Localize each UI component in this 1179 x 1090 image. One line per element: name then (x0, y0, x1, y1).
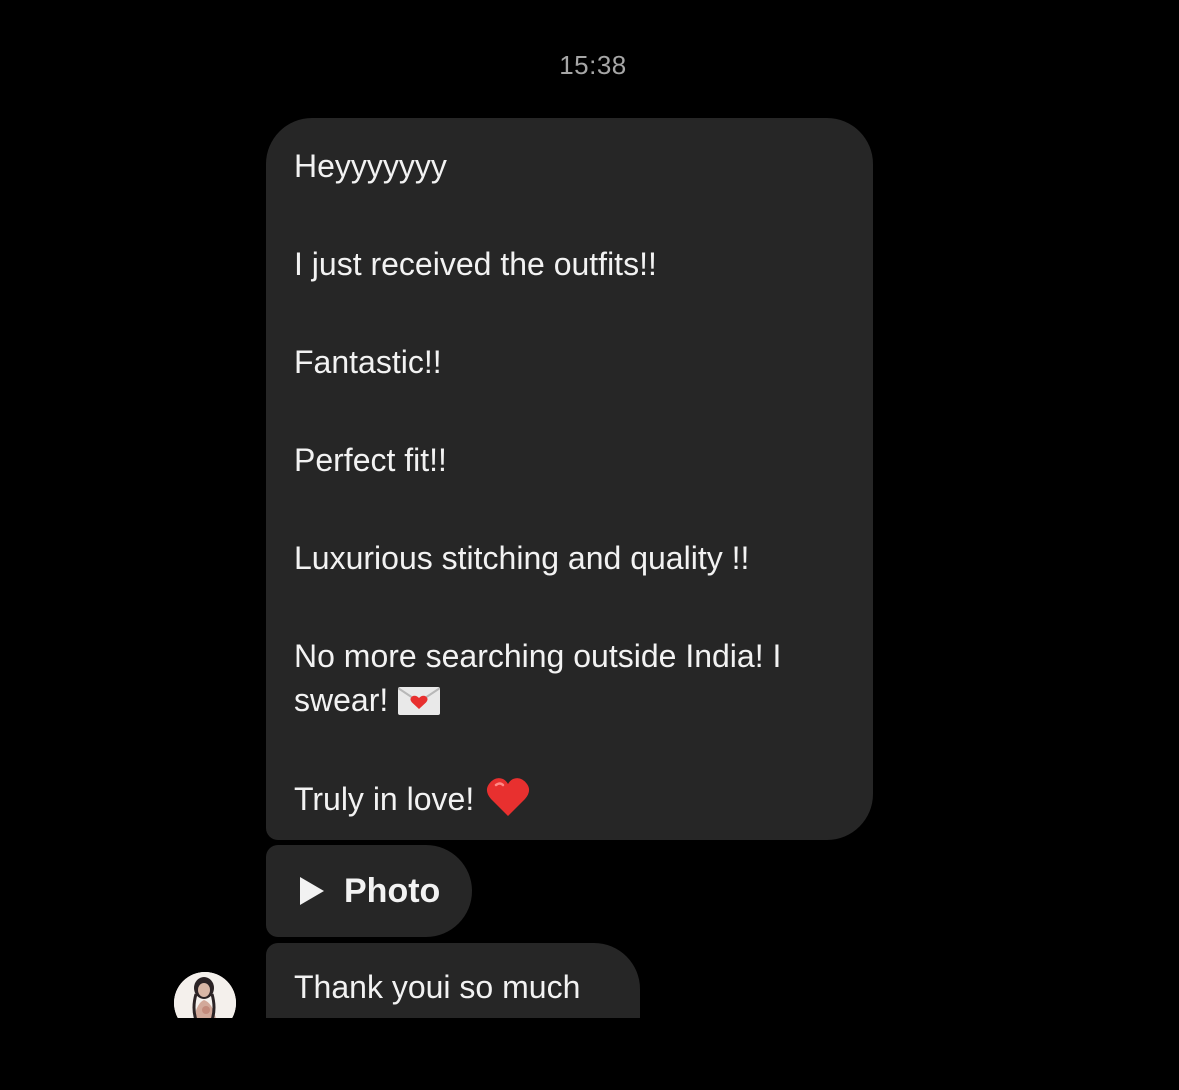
message-line: Luxurious stitching and quality !! (294, 540, 750, 576)
message-line: No more searching outside India! I (294, 638, 782, 674)
photo-label: Photo (344, 871, 441, 910)
avatar[interactable] (174, 972, 236, 1018)
message-line: Fantastic!! (294, 344, 442, 380)
message-line: I just received the outfits!! (294, 246, 657, 282)
photo-message-button[interactable]: Photo (266, 845, 472, 937)
clipped-area (0, 1018, 1179, 1090)
love-letter-icon (398, 687, 441, 715)
message-line: swear! (294, 678, 845, 722)
message-line: Perfect fit!! (294, 442, 447, 478)
message-timestamp: 15:38 (559, 50, 627, 80)
red-heart-icon (486, 776, 530, 818)
message-line-text: Truly in love! (294, 781, 475, 817)
message-line: Thank youi so much (294, 969, 581, 1005)
message-line-text: swear! (294, 682, 389, 718)
message-bubble[interactable]: Heyyyyyyy I just received the outfits!! … (266, 118, 873, 840)
play-icon (300, 877, 324, 905)
message-line: Heyyyyyyy (294, 148, 447, 184)
message-line: Truly in love! (294, 776, 845, 821)
message-bubble-last[interactable]: Thank youi so much (266, 943, 640, 1018)
